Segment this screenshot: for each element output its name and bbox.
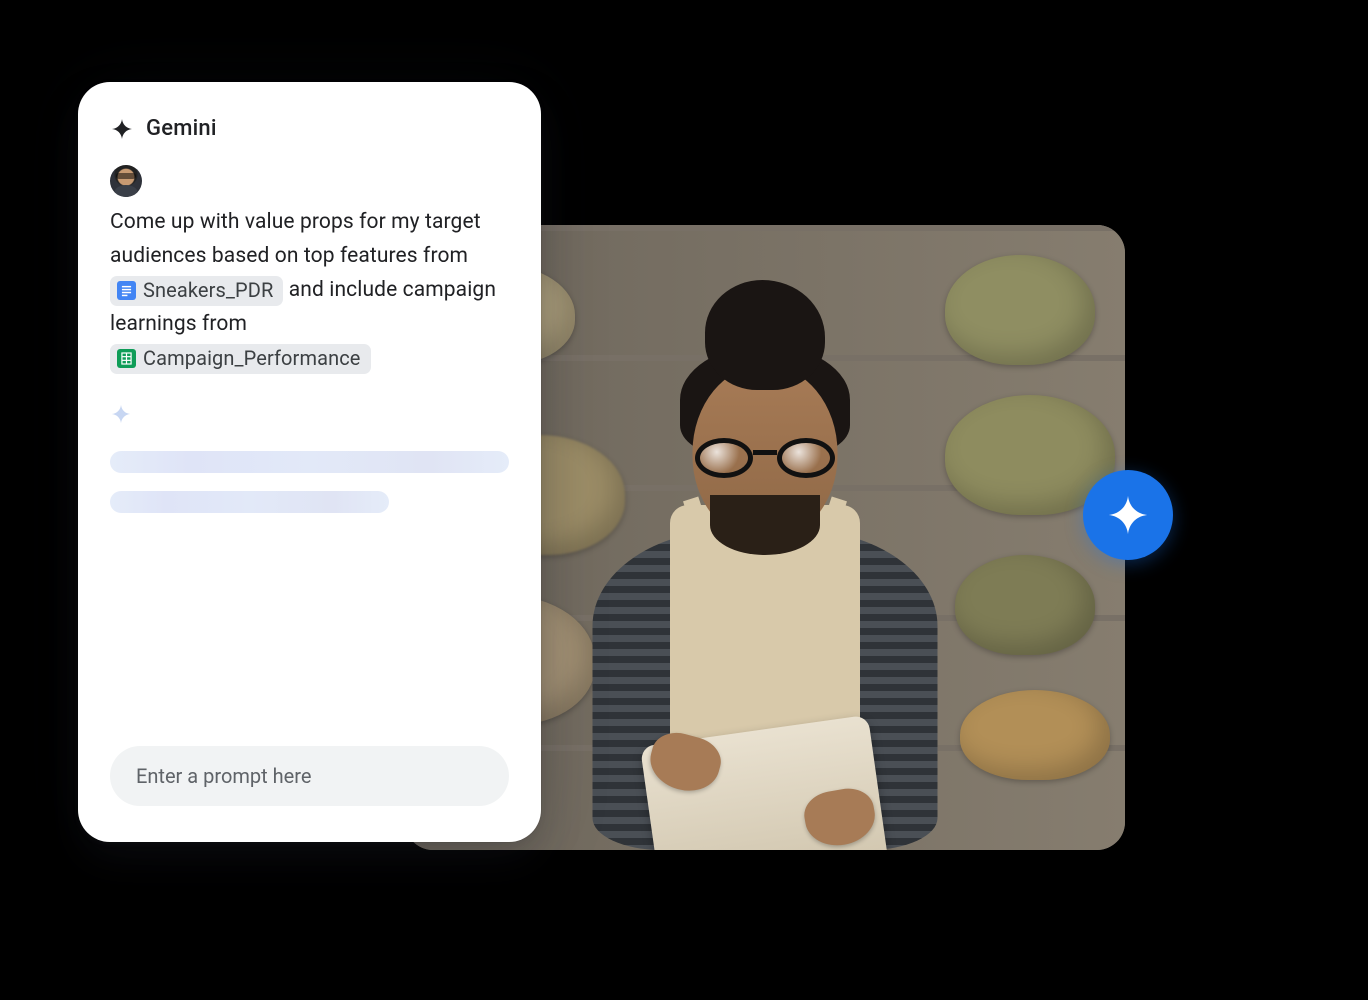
prompt-input[interactable]: Enter a prompt here — [110, 746, 509, 806]
person-with-tablet — [585, 300, 945, 850]
file-chip-docs[interactable]: Sneakers_PDR — [110, 276, 283, 306]
prompt-input-container: Enter a prompt here — [110, 746, 509, 806]
panel-title: Gemini — [146, 116, 217, 141]
file-chip-label: Sneakers_PDR — [143, 276, 273, 305]
google-docs-icon — [117, 281, 136, 300]
file-chip-sheets[interactable]: Campaign_Performance — [110, 344, 371, 374]
grain-bag — [955, 555, 1095, 655]
grain-bag — [945, 255, 1095, 365]
panel-header: Gemini — [110, 116, 509, 141]
prompt-segment: Come up with value props for my target a… — [110, 210, 481, 268]
sparkle-icon — [1105, 492, 1151, 538]
sparkle-icon — [110, 403, 509, 425]
prompt-input-placeholder: Enter a prompt here — [136, 764, 311, 788]
grain-bag — [960, 690, 1110, 780]
gemini-sparkle-badge — [1083, 470, 1173, 560]
loading-shimmer-bar — [110, 451, 509, 473]
google-sheets-icon — [117, 349, 136, 368]
response-loading-area — [110, 403, 509, 531]
loading-shimmer-bar — [110, 491, 389, 513]
user-prompt-text: Come up with value props for my target a… — [110, 205, 509, 375]
user-avatar — [110, 165, 142, 197]
sparkle-icon — [110, 117, 134, 141]
gemini-panel: Gemini Come up with value props for my t… — [78, 82, 541, 842]
file-chip-label: Campaign_Performance — [143, 344, 361, 373]
